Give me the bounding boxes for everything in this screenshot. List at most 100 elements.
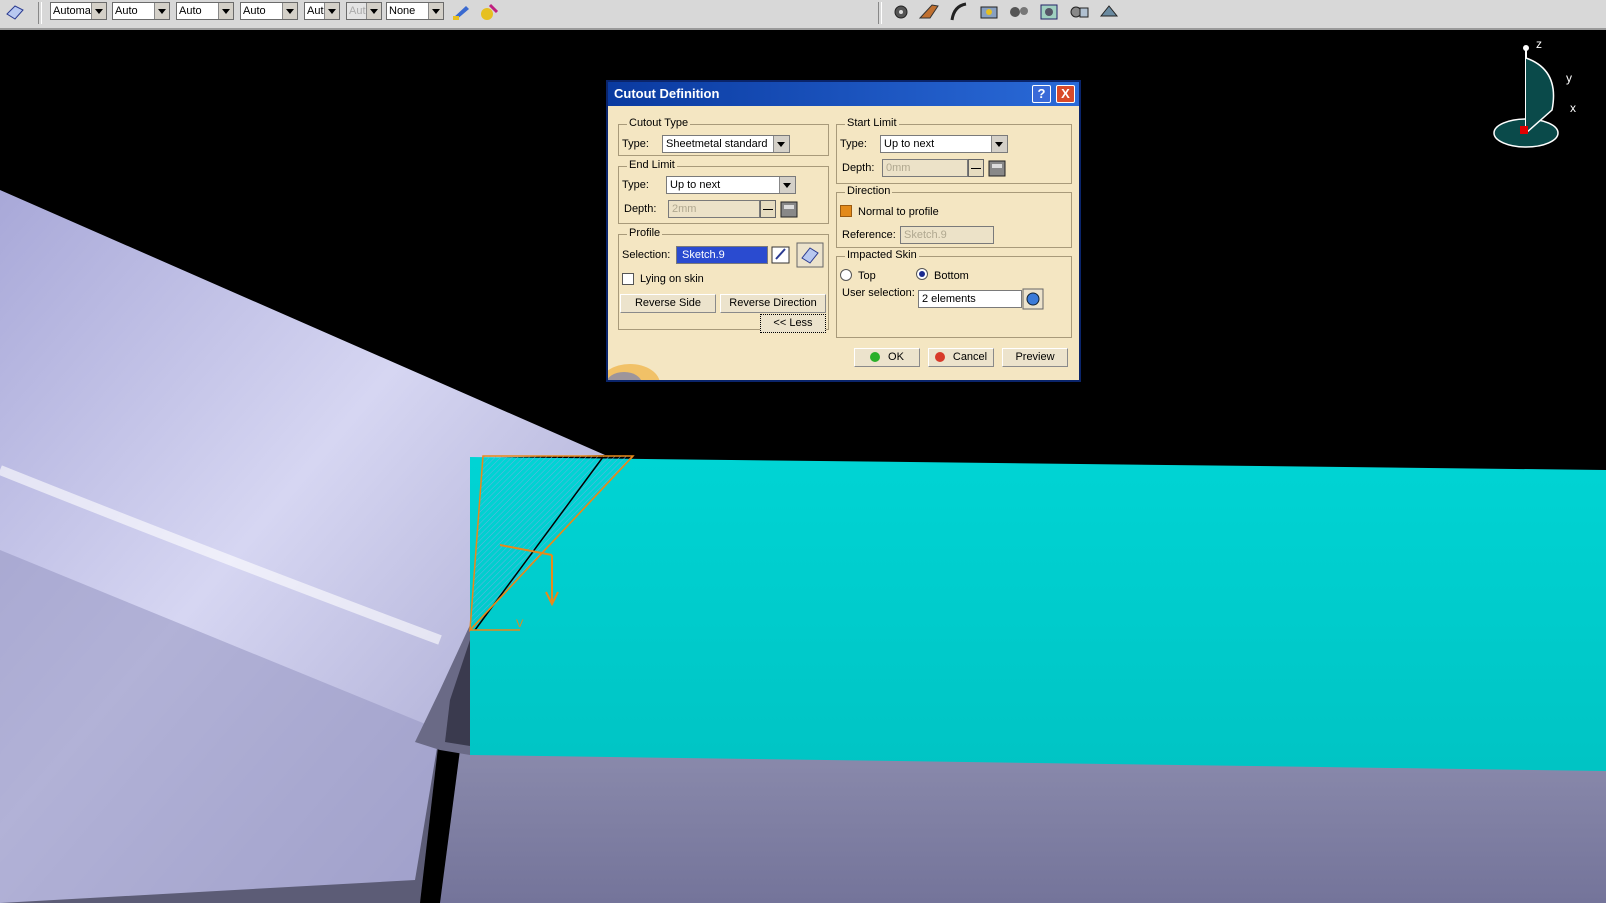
combo-6-value: Aut (349, 5, 366, 17)
gear-icon[interactable] (890, 2, 912, 22)
combo-7[interactable]: None (386, 2, 444, 20)
bend-icon[interactable] (918, 2, 940, 22)
catalog-icon[interactable] (1098, 2, 1120, 22)
toolbar-separator (878, 2, 882, 24)
gears-icon[interactable] (1008, 2, 1030, 22)
cancel-icon (934, 352, 945, 363)
unfold-icon[interactable] (978, 2, 1000, 22)
combo-5[interactable]: Aut (304, 2, 340, 20)
combo-4-value: Auto (243, 5, 266, 17)
combo-1-value: Automa (53, 5, 91, 17)
reverse-side-button[interactable]: Reverse Side (620, 294, 716, 313)
flange-icon[interactable] (948, 2, 970, 22)
combo-2-value: Auto (115, 5, 138, 17)
lying-on-skin-checkbox[interactable] (622, 273, 634, 285)
reverse-direction-button[interactable]: Reverse Direction (720, 294, 826, 313)
sketch-axis-label: V (516, 618, 524, 630)
start-limit-depth-spinner (968, 159, 984, 177)
bottom-radio[interactable] (916, 268, 928, 280)
end-limit-depth-label: Depth: (624, 203, 657, 215)
impacted-skin-group-label: Impacted Skin (845, 249, 919, 261)
cancel-button[interactable]: Cancel (928, 348, 994, 367)
part-design-icon[interactable] (4, 2, 26, 22)
chevron-down-icon[interactable] (154, 3, 169, 19)
dialog-titlebar[interactable]: Cutout Definition ? X (608, 82, 1079, 106)
chevron-down-icon[interactable] (991, 136, 1007, 152)
start-limit-depth-label: Depth: (842, 162, 875, 174)
compass-y-label: y (1566, 71, 1572, 85)
user-selection-value: 2 elements (922, 293, 976, 305)
start-limit-type-select[interactable]: Up to next (880, 135, 1008, 153)
selection-list-icon[interactable] (1022, 288, 1044, 310)
combo-7-value: None (389, 5, 416, 17)
cutout-type-group-label: Cutout Type (627, 117, 691, 129)
apply-material-icon[interactable] (478, 2, 500, 22)
combo-4[interactable]: Auto (240, 2, 298, 20)
chevron-down-icon[interactable] (218, 3, 233, 19)
cutout-type-label: Type: (622, 138, 649, 150)
chevron-down-icon[interactable] (324, 3, 339, 19)
combo-3[interactable]: Auto (176, 2, 234, 20)
chevron-down-icon[interactable] (773, 136, 789, 152)
lying-on-skin-label: Lying on skin (640, 273, 704, 285)
top-radio[interactable] (840, 269, 852, 281)
combo-2[interactable]: Auto (112, 2, 170, 20)
end-limit-type-label: Type: (622, 179, 649, 191)
chevron-down-icon[interactable] (779, 177, 795, 193)
chevron-down-icon (366, 3, 381, 19)
close-button[interactable]: X (1056, 85, 1075, 103)
reference-label: Reference: (842, 229, 896, 241)
cutout-type-select[interactable]: Sheetmetal standard (662, 135, 790, 153)
less-button[interactable]: << Less (760, 314, 826, 333)
end-limit-type-select[interactable]: Up to next (666, 176, 796, 194)
help-button[interactable]: ? (1032, 85, 1051, 103)
direction-group-label: Direction (845, 185, 893, 197)
analysis-icon[interactable] (1038, 2, 1060, 22)
combo-1[interactable]: Automa (50, 2, 107, 20)
profile-selection-label: Selection: (622, 249, 671, 261)
ok-label: OK (888, 351, 904, 363)
dialog-title: Cutout Definition (614, 86, 720, 101)
sketch-edit-icon[interactable] (770, 244, 792, 266)
reference-input: Sketch.9 (900, 226, 994, 244)
end-limit-depth-spinner (760, 200, 776, 218)
formula-icon[interactable] (986, 157, 1008, 179)
chevron-down-icon[interactable] (282, 3, 297, 19)
assembly-icon[interactable] (1068, 2, 1090, 22)
selected-face[interactable] (470, 457, 1606, 771)
bottom-radio-label: Bottom (934, 270, 969, 282)
user-selection-input[interactable]: 2 elements (918, 290, 1022, 308)
chevron-down-icon[interactable] (91, 3, 106, 19)
combo-5-value: Aut (307, 5, 324, 17)
end-limit-depth-input: 2mm (668, 200, 760, 218)
profile-selection-input[interactable]: Sketch.9 (676, 246, 768, 264)
top-radio-label: Top (858, 270, 876, 282)
toolbar-separator (38, 2, 42, 24)
end-limit-group-label: End Limit (627, 159, 677, 171)
start-limit-depth-input: 0mm (882, 159, 968, 177)
normal-to-profile-label: Normal to profile (858, 206, 939, 218)
ok-button[interactable]: OK (854, 348, 920, 367)
catia-logo-icon (608, 364, 660, 380)
reference-value: Sketch.9 (904, 229, 947, 241)
start-limit-type-value: Up to next (884, 138, 935, 150)
part-floor (440, 750, 1606, 903)
cancel-label: Cancel (952, 351, 988, 363)
sketcher-icon[interactable] (796, 242, 824, 268)
combo-6: Aut (346, 2, 382, 20)
start-limit-depth-value: 0mm (886, 162, 911, 174)
user-selection-label: User selection: (842, 287, 915, 299)
start-limit-group-label: Start Limit (845, 117, 899, 129)
compass[interactable]: z y x (1493, 37, 1576, 148)
formula-icon[interactable] (778, 198, 800, 220)
cutout-definition-dialog: Cutout Definition ? X Cutout Type Type: … (606, 80, 1081, 382)
preview-button[interactable]: Preview (1002, 348, 1068, 367)
profile-group-label: Profile (627, 227, 663, 239)
compass-x-label: x (1570, 101, 1576, 115)
normal-to-profile-checkbox[interactable] (840, 205, 852, 217)
chevron-down-icon[interactable] (428, 3, 443, 19)
compass-z-label: z (1536, 37, 1542, 51)
start-limit-type-label: Type: (840, 138, 867, 150)
profile-selection-value: Sketch.9 (680, 249, 727, 261)
brush-icon[interactable] (450, 2, 472, 22)
